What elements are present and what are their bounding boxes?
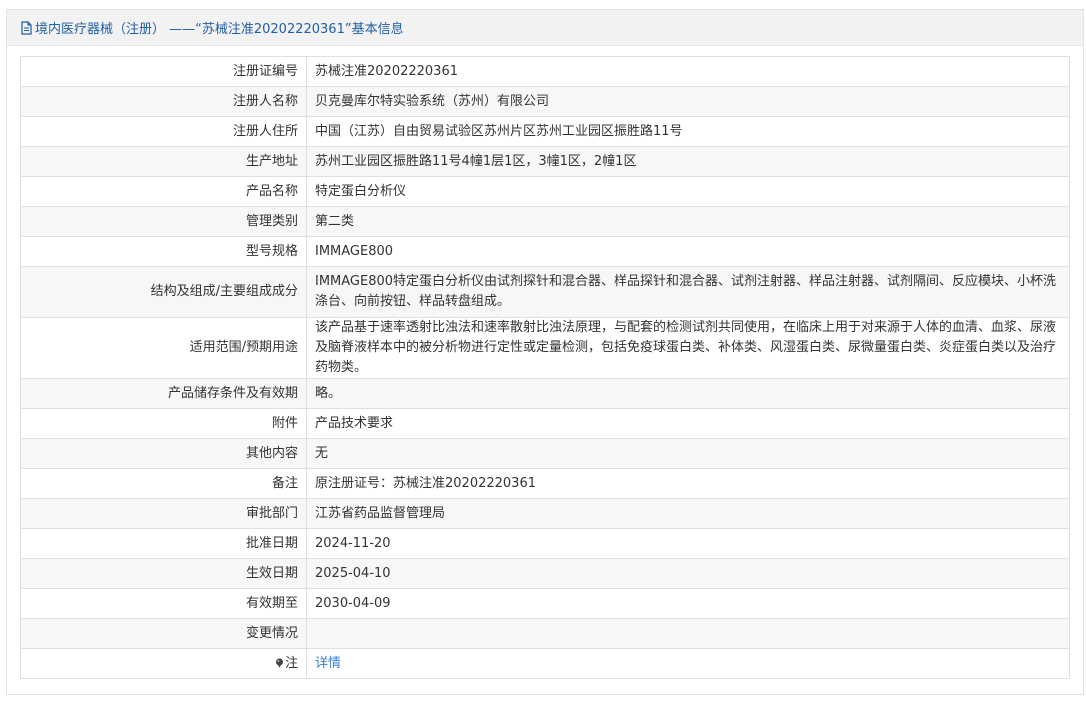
field-value: 原注册证号：苏械注准20202220361 (306, 468, 1070, 499)
table-row: 型号规格 IMMAGE800 (20, 236, 1070, 267)
field-label: 注册人住所 (20, 116, 307, 147)
field-label: 有效期至 (20, 588, 307, 619)
table-row: 备注 原注册证号：苏械注准20202220361 (20, 468, 1070, 499)
table-row: 注册人名称 贝克曼库尔特实验系统（苏州）有限公司 (20, 86, 1070, 117)
field-label: 注册证编号 (20, 56, 307, 87)
field-value: 江苏省药品监督管理局 (306, 498, 1070, 529)
field-value: IMMAGE800 (306, 236, 1070, 267)
field-value: 2025-04-10 (306, 558, 1070, 589)
note-label-cell: 注 (20, 648, 307, 679)
field-value: 第二类 (306, 206, 1070, 237)
table-row: 有效期至 2030-04-09 (20, 588, 1070, 619)
table-row: 批准日期 2024-11-20 (20, 528, 1070, 559)
table-row: 产品名称 特定蛋白分析仪 (20, 176, 1070, 207)
field-value: 略。 (306, 378, 1070, 409)
field-label: 附件 (20, 408, 307, 439)
field-label: 产品名称 (20, 176, 307, 207)
table-row: 生效日期 2025-04-10 (20, 558, 1070, 589)
field-value: 2030-04-09 (306, 588, 1070, 619)
table-row: 变更情况 (20, 618, 1070, 649)
field-label: 结构及组成/主要组成成分 (20, 266, 307, 318)
table-row: 生产地址 苏州工业园区振胜路11号4幢1层1区，3幢1区，2幢1区 (20, 146, 1070, 177)
field-value: 中国（江苏）自由贸易试验区苏州片区苏州工业园区振胜路11号 (306, 116, 1070, 147)
field-value (306, 618, 1070, 649)
table-row: 管理类别 第二类 (20, 206, 1070, 237)
table-row: 附件 产品技术要求 (20, 408, 1070, 439)
table-row: 适用范围/预期用途 该产品基于速率透射比浊法和速率散射比浊法原理，与配套的检测试… (20, 317, 1070, 379)
info-table: 注册证编号 苏械注准20202220361 注册人名称 贝克曼库尔特实验系统（苏… (20, 56, 1070, 679)
field-label: 管理类别 (20, 206, 307, 237)
field-value: 2024-11-20 (306, 528, 1070, 559)
field-label: 变更情况 (20, 618, 307, 649)
document-icon (20, 20, 33, 35)
panel-header: 境内医疗器械（注册） ——“苏械注准20202220361”基本信息 (7, 10, 1083, 46)
table-row: 产品储存条件及有效期 略。 (20, 378, 1070, 409)
table-row: 审批部门 江苏省药品监督管理局 (20, 498, 1070, 529)
field-value: 该产品基于速率透射比浊法和速率散射比浊法原理，与配套的检测试剂共同使用，在临床上… (306, 317, 1070, 379)
field-label: 注册人名称 (20, 86, 307, 117)
field-label: 产品储存条件及有效期 (20, 378, 307, 409)
field-value-cell: 详情 (306, 648, 1070, 679)
table-row: 注 详情 (20, 648, 1070, 679)
field-label: 其他内容 (20, 438, 307, 469)
table-row: 注册人住所 中国（江苏）自由贸易试验区苏州片区苏州工业园区振胜路11号 (20, 116, 1070, 147)
field-value: 无 (306, 438, 1070, 469)
field-value: 苏械注准20202220361 (306, 56, 1070, 87)
field-label: 型号规格 (20, 236, 307, 267)
field-value: 苏州工业园区振胜路11号4幢1层1区，3幢1区，2幢1区 (306, 146, 1070, 177)
field-value: 特定蛋白分析仪 (306, 176, 1070, 207)
field-value: 贝克曼库尔特实验系统（苏州）有限公司 (306, 86, 1070, 117)
field-label: 备注 (20, 468, 307, 499)
field-label: 生效日期 (20, 558, 307, 589)
field-label: 生产地址 (20, 146, 307, 177)
info-panel: 境内医疗器械（注册） ——“苏械注准20202220361”基本信息 注册证编号… (6, 9, 1084, 695)
details-link[interactable]: 详情 (315, 656, 341, 671)
table-row: 结构及组成/主要组成成分 IMMAGE800特定蛋白分析仪由试剂探针和混合器、样… (20, 266, 1070, 318)
field-label: 注 (284, 655, 298, 671)
field-value: 产品技术要求 (306, 408, 1070, 439)
field-label: 批准日期 (20, 528, 307, 559)
field-value: IMMAGE800特定蛋白分析仪由试剂探针和混合器、样品探针和混合器、试剂注射器… (306, 266, 1070, 318)
page-title: 境内医疗器械（注册） ——“苏械注准20202220361”基本信息 (35, 22, 404, 37)
field-label: 适用范围/预期用途 (20, 317, 307, 379)
pin-icon (275, 655, 284, 668)
table-row: 其他内容 无 (20, 438, 1070, 469)
field-label: 审批部门 (20, 498, 307, 529)
table-row: 注册证编号 苏械注准20202220361 (20, 56, 1070, 87)
panel-body: 注册证编号 苏械注准20202220361 注册人名称 贝克曼库尔特实验系统（苏… (7, 46, 1083, 679)
